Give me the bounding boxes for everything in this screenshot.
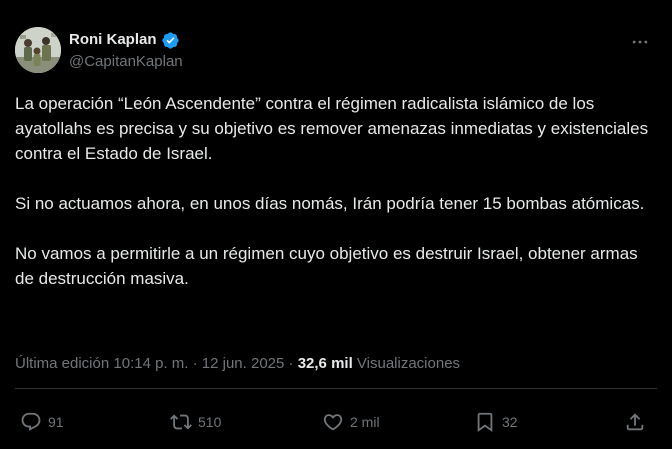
tweet-paragraph: No vamos a permitirle a un régimen cuyo … [15, 244, 638, 288]
like-button[interactable]: 2 mil [322, 408, 380, 436]
tweet-time[interactable]: 10:14 p. m. [113, 355, 188, 372]
meta-separator: · [192, 355, 198, 372]
divider [15, 388, 657, 389]
more-options-button[interactable] [628, 30, 652, 54]
bookmark-icon [477, 412, 493, 433]
share-button[interactable] [624, 408, 646, 436]
tweet-date[interactable]: 12 jun. 2025 [202, 355, 285, 372]
views-count: 32,6 mil [297, 355, 353, 372]
author-name-row[interactable]: Roni Kaplan [69, 30, 180, 50]
tweet-meta: Última edición 10:14 p. m. · 12 jun. 202… [15, 354, 460, 374]
user-handle[interactable]: @CapitanKaplan [69, 52, 183, 72]
more-horizontal-icon [632, 40, 648, 44]
heart-icon [323, 414, 343, 431]
reply-button[interactable]: 91 [20, 408, 64, 436]
display-name[interactable]: Roni Kaplan [69, 30, 157, 50]
avatar-image [15, 27, 61, 73]
tweet-paragraph: Si no actuamos ahora, en unos días nomás… [15, 194, 645, 213]
repost-icon [170, 414, 192, 430]
tweet-paragraph: La operación “León Ascendente” contra el… [15, 94, 649, 163]
verified-badge-icon [161, 31, 179, 49]
edited-label[interactable]: Última edición [15, 355, 109, 372]
avatar[interactable] [15, 27, 61, 73]
bookmark-count: 32 [502, 414, 518, 430]
views-label: Visualizaciones [356, 355, 461, 372]
tweet-card: Roni Kaplan @CapitanKaplan La operación … [0, 0, 672, 449]
tweet-text: La operación “León Ascendente” contra el… [15, 91, 660, 291]
repost-button[interactable]: 510 [170, 408, 221, 436]
reply-count: 91 [48, 414, 64, 430]
bookmark-button[interactable]: 32 [474, 408, 518, 436]
reply-icon [21, 412, 41, 431]
repost-count: 510 [198, 414, 222, 430]
share-icon [626, 413, 644, 431]
like-count: 2 mil [350, 414, 380, 430]
meta-separator: · [288, 355, 294, 372]
